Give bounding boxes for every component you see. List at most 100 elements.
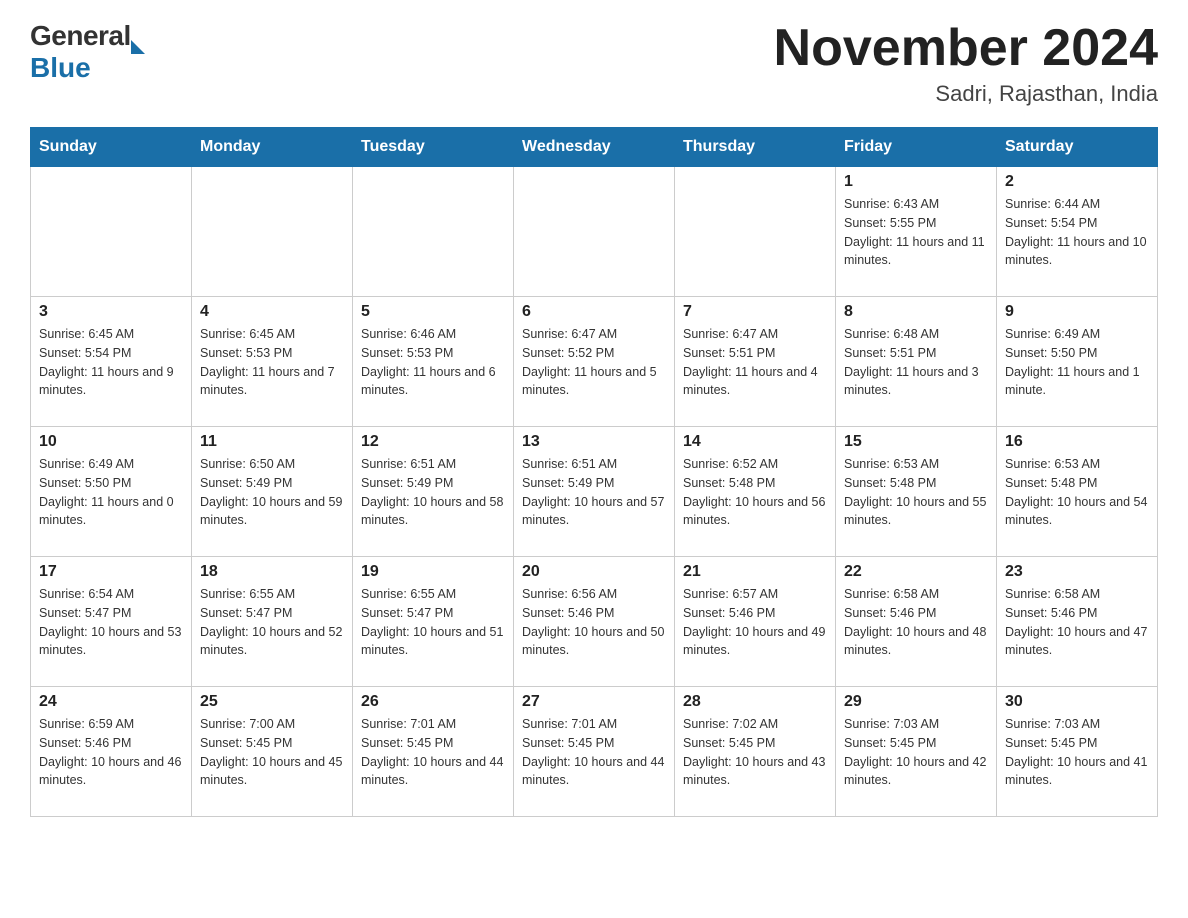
calendar-day-cell: 16 Sunrise: 6:53 AMSunset: 5:48 PMDayligh… xyxy=(997,427,1158,557)
day-info: Sunrise: 6:56 AMSunset: 5:46 PMDaylight:… xyxy=(522,585,666,660)
day-number: 18 xyxy=(200,563,344,581)
header-sunday: Sunday xyxy=(31,128,192,167)
calendar-day-cell: 6 Sunrise: 6:47 AMSunset: 5:52 PMDaylight… xyxy=(514,297,675,427)
calendar-week-row: 1Sunrise: 6:43 AMSunset: 5:55 PMDaylight… xyxy=(31,167,1158,297)
day-info: Sunrise: 6:54 AMSunset: 5:47 PMDaylight:… xyxy=(39,585,183,660)
day-info: Sunrise: 6:53 AMSunset: 5:48 PMDaylight:… xyxy=(1005,455,1149,530)
calendar-day-cell xyxy=(192,167,353,297)
calendar-table: Sunday Monday Tuesday Wednesday Thursday… xyxy=(30,127,1158,817)
day-info: Sunrise: 6:47 AMSunset: 5:52 PMDaylight:… xyxy=(522,325,666,400)
day-info: Sunrise: 6:57 AMSunset: 5:46 PMDaylight:… xyxy=(683,585,827,660)
day-info: Sunrise: 6:47 AMSunset: 5:51 PMDaylight:… xyxy=(683,325,827,400)
day-number: 8 xyxy=(844,303,988,321)
day-info: Sunrise: 6:45 AMSunset: 5:53 PMDaylight:… xyxy=(200,325,344,400)
calendar-week-row: 24 Sunrise: 6:59 AMSunset: 5:46 PMDayligh… xyxy=(31,687,1158,817)
calendar-day-cell xyxy=(514,167,675,297)
calendar-day-cell: 2Sunrise: 6:44 AMSunset: 5:54 PMDaylight… xyxy=(997,167,1158,297)
calendar-day-cell: 14 Sunrise: 6:52 AMSunset: 5:48 PMDayligh… xyxy=(675,427,836,557)
day-info: Sunrise: 6:58 AMSunset: 5:46 PMDaylight:… xyxy=(1005,585,1149,660)
day-number: 3 xyxy=(39,303,183,321)
calendar-day-cell: 13 Sunrise: 6:51 AMSunset: 5:49 PMDayligh… xyxy=(514,427,675,557)
calendar-day-cell xyxy=(353,167,514,297)
day-number: 21 xyxy=(683,563,827,581)
calendar-week-row: 17 Sunrise: 6:54 AMSunset: 5:47 PMDayligh… xyxy=(31,557,1158,687)
day-number: 23 xyxy=(1005,563,1149,581)
header-wednesday: Wednesday xyxy=(514,128,675,167)
day-number: 5 xyxy=(361,303,505,321)
page-header: General Blue November 2024 Sadri, Rajast… xyxy=(30,20,1158,107)
header-thursday: Thursday xyxy=(675,128,836,167)
day-number: 12 xyxy=(361,433,505,451)
day-info: Sunrise: 7:02 AMSunset: 5:45 PMDaylight:… xyxy=(683,715,827,790)
day-info: Sunrise: 7:03 AMSunset: 5:45 PMDaylight:… xyxy=(844,715,988,790)
day-number: 17 xyxy=(39,563,183,581)
calendar-day-cell: 15Sunrise: 6:53 AMSunset: 5:48 PMDayligh… xyxy=(836,427,997,557)
calendar-day-cell xyxy=(31,167,192,297)
day-number: 28 xyxy=(683,693,827,711)
day-number: 20 xyxy=(522,563,666,581)
calendar-day-cell: 22Sunrise: 6:58 AMSunset: 5:46 PMDayligh… xyxy=(836,557,997,687)
calendar-day-cell xyxy=(675,167,836,297)
day-number: 26 xyxy=(361,693,505,711)
day-number: 1 xyxy=(844,173,988,191)
day-info: Sunrise: 6:59 AMSunset: 5:46 PMDaylight:… xyxy=(39,715,183,790)
day-info: Sunrise: 6:50 AMSunset: 5:49 PMDaylight:… xyxy=(200,455,344,530)
calendar-day-cell: 28 Sunrise: 7:02 AMSunset: 5:45 PMDayligh… xyxy=(675,687,836,817)
calendar-day-cell: 18 Sunrise: 6:55 AMSunset: 5:47 PMDayligh… xyxy=(192,557,353,687)
calendar-week-row: 10 Sunrise: 6:49 AMSunset: 5:50 PMDayligh… xyxy=(31,427,1158,557)
calendar-day-cell: 5Sunrise: 6:46 AMSunset: 5:53 PMDaylight… xyxy=(353,297,514,427)
day-number: 9 xyxy=(1005,303,1149,321)
calendar-day-cell: 7 Sunrise: 6:47 AMSunset: 5:51 PMDaylight… xyxy=(675,297,836,427)
day-number: 13 xyxy=(522,433,666,451)
days-of-week-row: Sunday Monday Tuesday Wednesday Thursday… xyxy=(31,128,1158,167)
calendar-day-cell: 21 Sunrise: 6:57 AMSunset: 5:46 PMDayligh… xyxy=(675,557,836,687)
calendar-day-cell: 8 Sunrise: 6:48 AMSunset: 5:51 PMDaylight… xyxy=(836,297,997,427)
day-info: Sunrise: 7:01 AMSunset: 5:45 PMDaylight:… xyxy=(522,715,666,790)
day-number: 10 xyxy=(39,433,183,451)
day-info: Sunrise: 7:00 AMSunset: 5:45 PMDaylight:… xyxy=(200,715,344,790)
header-saturday: Saturday xyxy=(997,128,1158,167)
day-info: Sunrise: 6:45 AMSunset: 5:54 PMDaylight:… xyxy=(39,325,183,400)
calendar-month-year: November 2024 xyxy=(774,20,1158,77)
calendar-day-cell: 30 Sunrise: 7:03 AMSunset: 5:45 PMDayligh… xyxy=(997,687,1158,817)
calendar-day-cell: 1Sunrise: 6:43 AMSunset: 5:55 PMDaylight… xyxy=(836,167,997,297)
day-number: 6 xyxy=(522,303,666,321)
day-number: 24 xyxy=(39,693,183,711)
day-info: Sunrise: 7:03 AMSunset: 5:45 PMDaylight:… xyxy=(1005,715,1149,790)
day-number: 2 xyxy=(1005,173,1149,191)
calendar-week-row: 3 Sunrise: 6:45 AMSunset: 5:54 PMDaylight… xyxy=(31,297,1158,427)
calendar-day-cell: 20 Sunrise: 6:56 AMSunset: 5:46 PMDayligh… xyxy=(514,557,675,687)
day-info: Sunrise: 6:51 AMSunset: 5:49 PMDaylight:… xyxy=(522,455,666,530)
day-number: 7 xyxy=(683,303,827,321)
calendar-day-cell: 3 Sunrise: 6:45 AMSunset: 5:54 PMDaylight… xyxy=(31,297,192,427)
day-number: 16 xyxy=(1005,433,1149,451)
day-number: 15 xyxy=(844,433,988,451)
logo: General Blue xyxy=(30,20,145,84)
day-info: Sunrise: 6:48 AMSunset: 5:51 PMDaylight:… xyxy=(844,325,988,400)
day-info: Sunrise: 7:01 AMSunset: 5:45 PMDaylight:… xyxy=(361,715,505,790)
logo-blue-text: Blue xyxy=(30,52,91,84)
header-monday: Monday xyxy=(192,128,353,167)
calendar-day-cell: 4Sunrise: 6:45 AMSunset: 5:53 PMDaylight… xyxy=(192,297,353,427)
day-number: 19 xyxy=(361,563,505,581)
calendar-title-area: November 2024 Sadri, Rajasthan, India xyxy=(774,20,1158,107)
day-info: Sunrise: 6:55 AMSunset: 5:47 PMDaylight:… xyxy=(361,585,505,660)
day-info: Sunrise: 6:55 AMSunset: 5:47 PMDaylight:… xyxy=(200,585,344,660)
day-info: Sunrise: 6:51 AMSunset: 5:49 PMDaylight:… xyxy=(361,455,505,530)
day-number: 22 xyxy=(844,563,988,581)
day-number: 11 xyxy=(200,433,344,451)
calendar-day-cell: 17 Sunrise: 6:54 AMSunset: 5:47 PMDayligh… xyxy=(31,557,192,687)
day-info: Sunrise: 6:52 AMSunset: 5:48 PMDaylight:… xyxy=(683,455,827,530)
calendar-day-cell: 23 Sunrise: 6:58 AMSunset: 5:46 PMDayligh… xyxy=(997,557,1158,687)
day-number: 14 xyxy=(683,433,827,451)
calendar-day-cell: 9Sunrise: 6:49 AMSunset: 5:50 PMDaylight… xyxy=(997,297,1158,427)
calendar-day-cell: 19 Sunrise: 6:55 AMSunset: 5:47 PMDayligh… xyxy=(353,557,514,687)
calendar-day-cell: 10 Sunrise: 6:49 AMSunset: 5:50 PMDayligh… xyxy=(31,427,192,557)
calendar-day-cell: 25Sunrise: 7:00 AMSunset: 5:45 PMDayligh… xyxy=(192,687,353,817)
calendar-day-cell: 26 Sunrise: 7:01 AMSunset: 5:45 PMDayligh… xyxy=(353,687,514,817)
calendar-location: Sadri, Rajasthan, India xyxy=(774,81,1158,107)
day-info: Sunrise: 6:49 AMSunset: 5:50 PMDaylight:… xyxy=(39,455,183,530)
logo-general-text: General xyxy=(30,20,131,52)
day-number: 30 xyxy=(1005,693,1149,711)
calendar-day-cell: 11 Sunrise: 6:50 AMSunset: 5:49 PMDayligh… xyxy=(192,427,353,557)
